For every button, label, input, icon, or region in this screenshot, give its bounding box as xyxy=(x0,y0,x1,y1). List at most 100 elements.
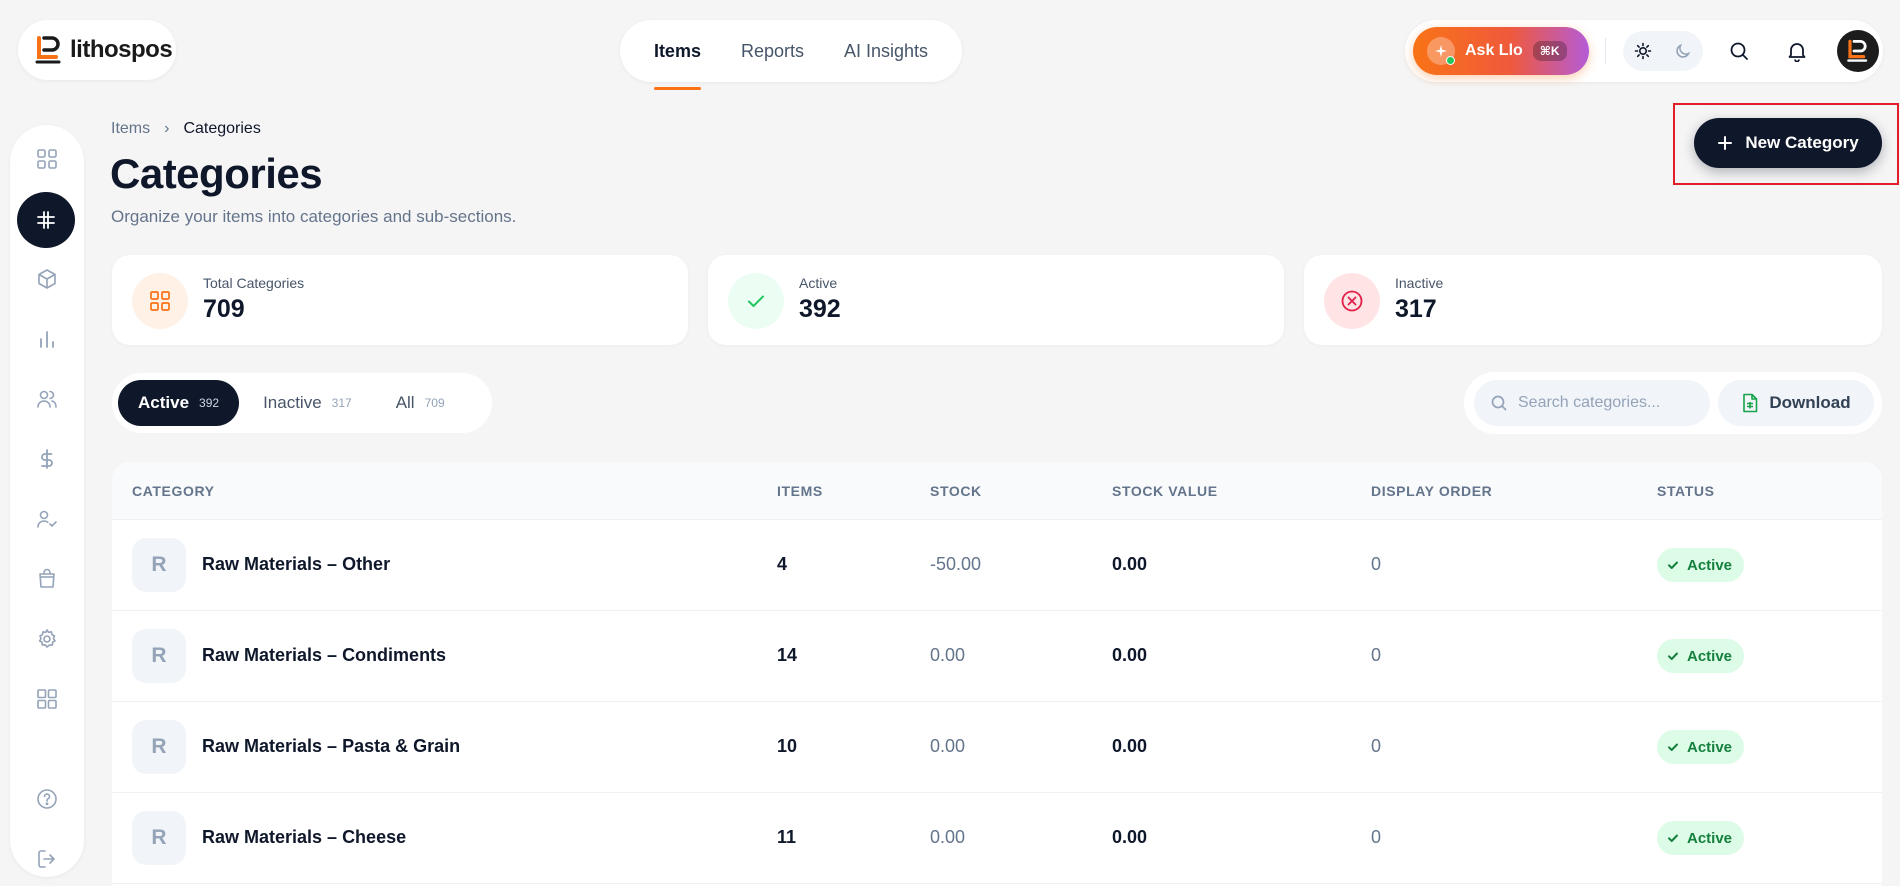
sun-icon[interactable] xyxy=(1634,42,1652,60)
plus-icon xyxy=(1718,136,1733,150)
status-badge: Active xyxy=(1657,639,1745,673)
category-avatar: R xyxy=(132,811,186,865)
breadcrumb-items[interactable]: Items xyxy=(111,120,150,138)
category-name[interactable]: Raw Materials – Condiments xyxy=(202,645,446,666)
new-category-button[interactable]: New Category xyxy=(1694,118,1882,168)
check-icon xyxy=(1668,652,1678,660)
stat-label-total: Total Categories xyxy=(203,275,305,291)
category-display-order: 0 xyxy=(1371,645,1382,665)
sparkle-icon xyxy=(1427,37,1455,65)
user-avatar[interactable] xyxy=(1837,30,1879,72)
stat-value-inactive: 317 xyxy=(1395,295,1437,323)
categories-table: CATEGORY ITEMS STOCK STOCK VALUE DISPLAY… xyxy=(112,462,1882,886)
category-avatar: R xyxy=(132,629,186,683)
category-name[interactable]: Raw Materials – Other xyxy=(202,554,390,575)
sidebar-help-icon[interactable] xyxy=(25,777,69,821)
search-input[interactable] xyxy=(1518,394,1688,412)
lithospos-logo-icon xyxy=(35,36,61,64)
filter-tab-all[interactable]: All 709 xyxy=(376,380,465,426)
category-items: 14 xyxy=(777,645,798,665)
category-display-order: 0 xyxy=(1371,736,1382,756)
col-stock[interactable]: STOCK xyxy=(930,483,982,499)
category-items: 11 xyxy=(777,827,797,847)
category-stock-value: 0.00 xyxy=(1112,554,1148,574)
stat-label-inactive: Inactive xyxy=(1395,275,1444,291)
nav-tab-reports[interactable]: Reports xyxy=(721,20,824,82)
search-box xyxy=(1474,380,1710,426)
main-nav: Items Reports AI Insights xyxy=(620,20,962,90)
sidebar-items-icon[interactable] xyxy=(17,192,75,248)
bell-icon[interactable] xyxy=(1783,37,1811,65)
breadcrumb: Items › Categories xyxy=(111,120,261,138)
spreadsheet-icon xyxy=(1743,393,1758,413)
status-label: Active xyxy=(1687,738,1733,756)
avatar-logo-icon xyxy=(1847,39,1868,62)
category-stock: 0.00 xyxy=(930,827,966,847)
check-icon xyxy=(1668,743,1678,751)
ask-llo-button[interactable]: Ask Llo ⌘K xyxy=(1413,27,1589,75)
brand-name: lithospos xyxy=(70,36,173,63)
nav-tab-items[interactable]: Items xyxy=(634,20,721,90)
category-stock: 0.00 xyxy=(930,645,966,665)
filter-tab-inactive[interactable]: Inactive 317 xyxy=(243,380,372,426)
sidebar-orders-icon[interactable] xyxy=(25,557,69,601)
table-header: CATEGORY ITEMS STOCK STOCK VALUE DISPLAY… xyxy=(112,462,1882,520)
table-row[interactable]: R Raw Materials – Cheese 11 0.00 0.00 0 … xyxy=(112,793,1882,884)
category-stock: 0.00 xyxy=(930,736,966,756)
col-stock-value[interactable]: STOCK VALUE xyxy=(1112,483,1218,499)
stat-label-active: Active xyxy=(799,275,838,291)
status-label: Active xyxy=(1687,829,1733,847)
stat-value-active: 392 xyxy=(799,295,841,323)
col-items[interactable]: ITEMS xyxy=(777,483,823,499)
sidebar xyxy=(10,125,84,877)
category-display-order: 0 xyxy=(1371,554,1382,574)
table-row[interactable]: R Raw Materials – Pasta & Grain 10 0.00 … xyxy=(112,702,1882,793)
sidebar-settings-icon[interactable] xyxy=(25,617,69,661)
status-label: Active xyxy=(1687,647,1733,665)
filter-tab-label: Active xyxy=(138,393,190,412)
top-actions: Ask Llo ⌘K xyxy=(1405,20,1883,82)
sidebar-staff-icon[interactable] xyxy=(25,497,69,541)
filter-tab-label: All xyxy=(395,393,415,412)
status-badge: Active xyxy=(1657,548,1745,582)
sidebar-finance-icon[interactable] xyxy=(25,437,69,481)
download-label: Download xyxy=(1769,393,1851,412)
nav-tab-ai-insights[interactable]: AI Insights xyxy=(824,20,948,82)
category-avatar: R xyxy=(132,720,186,774)
category-name[interactable]: Raw Materials – Cheese xyxy=(202,827,406,848)
sidebar-inventory-icon[interactable] xyxy=(25,257,69,301)
sidebar-logout-icon[interactable] xyxy=(25,837,69,881)
filter-tab-count: 392 xyxy=(199,396,220,410)
page-subtitle: Organize your items into categories and … xyxy=(111,207,517,226)
check-icon xyxy=(1668,561,1678,569)
filter-tab-label: Inactive xyxy=(263,393,322,412)
sidebar-reports-icon[interactable] xyxy=(25,317,69,361)
sidebar-dashboard-icon[interactable] xyxy=(25,137,69,181)
filter-tab-count: 709 xyxy=(424,396,445,410)
moon-icon[interactable] xyxy=(1674,42,1692,60)
col-category[interactable]: CATEGORY xyxy=(132,483,215,499)
category-name[interactable]: Raw Materials – Pasta & Grain xyxy=(202,736,460,757)
search-icon[interactable] xyxy=(1725,37,1753,65)
stat-card-total: Total Categories 709 xyxy=(112,255,688,345)
table-row[interactable]: R Raw Materials – Other 4 -50.00 0.00 0 … xyxy=(112,520,1882,611)
col-display-order[interactable]: DISPLAY ORDER xyxy=(1371,483,1492,499)
table-tools: Download xyxy=(1464,372,1882,434)
status-label: Active xyxy=(1687,556,1733,574)
status-badge: Active xyxy=(1657,730,1745,764)
check-icon xyxy=(728,273,784,329)
sidebar-apps-icon[interactable] xyxy=(25,677,69,721)
sidebar-customers-icon[interactable] xyxy=(25,377,69,421)
filter-tab-active[interactable]: Active 392 xyxy=(118,380,240,426)
breadcrumb-separator: › xyxy=(164,120,170,137)
brand-logo[interactable]: lithospos xyxy=(18,20,176,80)
table-row[interactable]: R Raw Materials – Condiments 14 0.00 0.0… xyxy=(112,611,1882,702)
stat-card-inactive: Inactive 317 xyxy=(1304,255,1882,345)
download-button[interactable]: Download xyxy=(1718,380,1874,426)
col-status[interactable]: STATUS xyxy=(1657,483,1715,499)
online-indicator xyxy=(1446,56,1455,65)
theme-toggle[interactable] xyxy=(1623,31,1703,71)
category-display-order: 0 xyxy=(1371,827,1382,847)
ask-shortcut: ⌘K xyxy=(1532,41,1567,61)
category-stock: -50.00 xyxy=(930,554,982,574)
